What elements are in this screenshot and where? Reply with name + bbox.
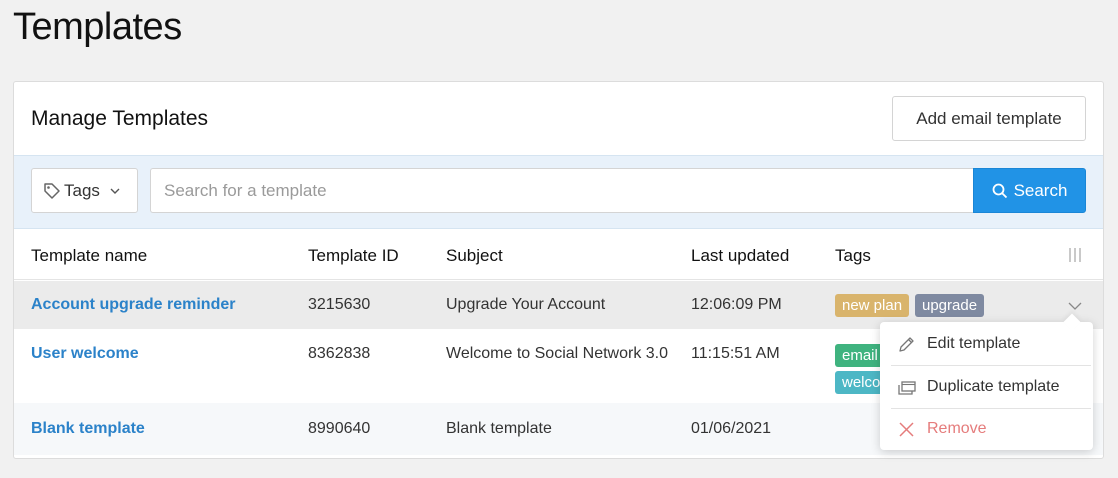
page-title: Templates [13, 6, 182, 48]
tags-dropdown-label: Tags [64, 180, 100, 200]
panel-title: Manage Templates [31, 107, 209, 130]
template-name-link[interactable]: User welcome [31, 342, 139, 365]
column-header-tags[interactable]: Tags [835, 246, 871, 266]
template-id: 3215630 [308, 296, 371, 313]
tag-badge: email [835, 344, 885, 367]
search-input[interactable] [150, 168, 974, 213]
row-actions-menu: Edit template Duplicate template Remove [880, 322, 1093, 450]
menu-item-label: Duplicate template [927, 378, 1060, 395]
panel-header: Manage Templates Add email template [14, 82, 1103, 156]
menu-item-label: Remove [927, 420, 987, 437]
filter-bar: Tags Search [14, 156, 1103, 229]
template-subject: Welcome to Social Network 3.0 [446, 345, 669, 362]
chevron-down-icon[interactable] [1068, 301, 1082, 311]
template-id: 8362838 [308, 345, 371, 362]
template-subject: Upgrade Your Account [446, 296, 606, 313]
columns-icon[interactable] [1068, 248, 1082, 262]
template-name-link[interactable]: Blank template [31, 417, 145, 440]
template-updated: 01/06/2021 [691, 420, 772, 437]
column-header-id[interactable]: Template ID [308, 246, 399, 266]
template-id: 8990640 [308, 420, 371, 437]
tag-badge: new plan [835, 294, 910, 317]
table-header: Template name Template ID Subject Last u… [14, 229, 1103, 280]
template-subject: Blank template [446, 420, 552, 437]
close-icon [899, 421, 914, 437]
menu-item-label: Edit template [927, 335, 1021, 352]
column-header-name[interactable]: Template name [31, 246, 147, 266]
pencil-icon [899, 336, 914, 352]
menu-item-remove[interactable]: Remove [880, 408, 1093, 450]
search-icon [992, 183, 1007, 198]
add-email-template-button[interactable]: Add email template [892, 96, 1086, 141]
template-updated: 12:06:09 PM [691, 296, 782, 313]
tags-dropdown[interactable]: Tags [31, 168, 138, 213]
menu-item-duplicate-template[interactable]: Duplicate template [880, 366, 1093, 408]
search-button[interactable]: Search [973, 168, 1086, 213]
column-header-updated[interactable]: Last updated [691, 246, 789, 266]
column-header-subject[interactable]: Subject [446, 246, 503, 266]
template-updated: 11:15:51 AM [691, 345, 780, 362]
search-button-label: Search [1013, 180, 1068, 200]
menu-item-edit-template[interactable]: Edit template [880, 323, 1093, 365]
tag-badge: upgrade [915, 294, 985, 317]
duplicate-icon [898, 380, 916, 395]
template-name-link[interactable]: Account upgrade reminder [31, 293, 235, 316]
tag-icon [44, 182, 60, 199]
chevron-down-icon [110, 188, 120, 194]
